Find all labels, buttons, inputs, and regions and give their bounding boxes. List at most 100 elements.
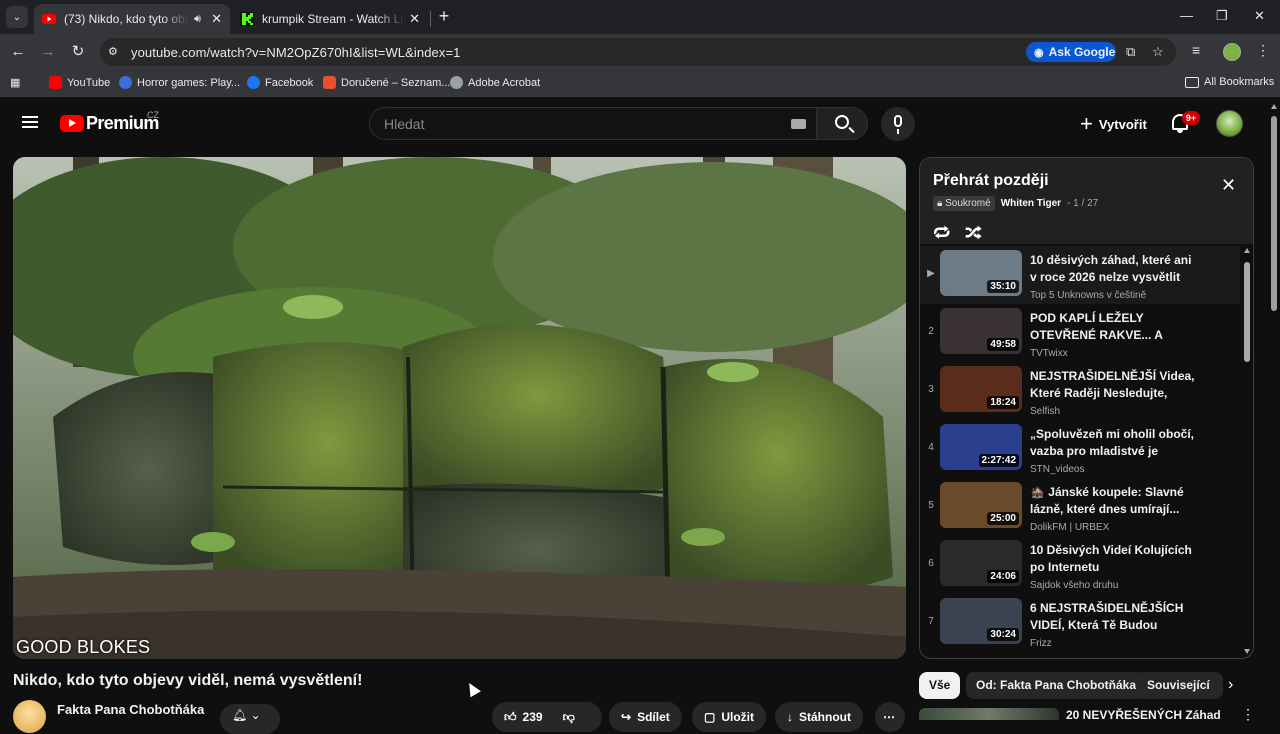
share-label: Sdílet <box>637 710 670 724</box>
playlist-item[interactable]: 7 30:24 6 NEJSTRAŠIDELNĚJŠÍCH VIDEÍ, Kte… <box>920 594 1240 652</box>
audio-playing-icon[interactable]: 🔊︎ <box>194 13 201 26</box>
chevron-right-icon[interactable]: › <box>1228 676 1233 694</box>
new-tab-button[interactable]: + <box>434 7 454 27</box>
chip-from-channel[interactable]: Od: Fakta Pana Chobotňáka <box>966 672 1147 699</box>
playlist-item[interactable]: 5 25:00 🏚️ Jánské koupele: Slavné lázně,… <box>920 478 1240 536</box>
playlist-scrollbar[interactable] <box>1242 244 1252 658</box>
menu-icon[interactable] <box>22 116 38 128</box>
chip-all[interactable]: Vše <box>919 672 961 699</box>
lock-icon: 🔒︎ <box>937 198 943 209</box>
media-controls-icon[interactable]: ≡ <box>1192 42 1200 58</box>
playlist-title[interactable]: Přehrát později <box>933 172 1049 190</box>
scrollbar-thumb[interactable] <box>1244 262 1250 362</box>
account-avatar[interactable] <box>1216 110 1243 137</box>
scroll-up-icon[interactable] <box>1271 104 1277 109</box>
back-icon[interactable]: ← <box>8 42 28 62</box>
playlist-item[interactable]: 2 49:58 POD KAPLÍ LEŽELY OTEVŘENÉ RAKVE.… <box>920 304 1240 362</box>
browser-toolbar: ← → ↻ ⚙︎ youtube.com/watch?v=NM2OpZ670hI… <box>0 34 1280 70</box>
playlist-item-title[interactable]: 10 děsivých záhad, které ani v roce 2026… <box>1030 252 1200 286</box>
video-thumbnail[interactable]: 30:24 <box>940 598 1022 644</box>
more-icon[interactable]: ⋮ <box>1241 706 1255 723</box>
playlist-item-title[interactable]: „Spoluvězeň mi oholil obočí, vazba pro m… <box>1030 426 1200 460</box>
bookmark-youtube[interactable]: YouTube <box>49 76 110 89</box>
search-button[interactable] <box>816 107 868 140</box>
scroll-up-icon[interactable] <box>1244 248 1250 253</box>
minimize-icon[interactable]: — <box>1180 8 1193 23</box>
install-app-icon[interactable]: ⧉ <box>1126 44 1135 60</box>
more-icon: ⋯ <box>883 710 895 724</box>
window-close-icon[interactable]: ✕ <box>1254 8 1265 24</box>
forward-icon[interactable]: → <box>38 42 58 62</box>
playlist-item-channel: Frizz <box>1030 638 1052 649</box>
tab-close-icon[interactable]: ✕ <box>211 11 222 27</box>
video-frame-forest-rocks <box>13 157 906 659</box>
related-video-item[interactable]: 20 NEVYŘEŠENÝCH Záhad ⋮ <box>919 706 1255 723</box>
search-input[interactable]: Hledat <box>369 107 817 140</box>
more-actions-button[interactable]: ⋯ <box>875 702 905 732</box>
bookmark-seznam[interactable]: Doručené – Seznam... <box>323 76 450 89</box>
url-text[interactable]: youtube.com/watch?v=NM2OpZ670hI&list=WL&… <box>131 45 461 60</box>
create-label: Vytvořit <box>1098 116 1147 132</box>
playlist-owner[interactable]: Whiten Tiger <box>1001 198 1061 209</box>
video-thumbnail[interactable]: 49:58 <box>940 308 1022 354</box>
youtube-logo-icon[interactable] <box>60 115 84 132</box>
video-thumbnail[interactable]: 35:10 <box>940 250 1022 296</box>
close-icon[interactable]: ✕ <box>1221 176 1236 194</box>
save-button[interactable]: ▢ Uložit <box>692 702 767 732</box>
restore-icon[interactable]: ❐ <box>1216 8 1228 24</box>
playlist-item-title[interactable]: 10 Děsivých Videí Kolujících po Internet… <box>1030 542 1200 576</box>
playlist-item-channel: DolikFM | URBEX <box>1030 522 1110 533</box>
playlist-item[interactable]: 4 2:27:42 „Spoluvězeň mi oholil obočí, v… <box>920 420 1240 478</box>
voice-search-button[interactable] <box>881 107 915 141</box>
lens-icon: ◉ <box>1034 46 1044 59</box>
video-thumbnail[interactable]: 25:00 <box>940 482 1022 528</box>
video-thumbnail[interactable]: 2:27:42 <box>940 424 1022 470</box>
share-button[interactable]: ↪ Sdílet <box>609 702 682 732</box>
bookmark-star-icon[interactable]: ☆ <box>1152 44 1164 60</box>
browser-menu-icon[interactable]: ⋮ <box>1256 42 1270 59</box>
channel-avatar[interactable] <box>13 700 46 733</box>
page-scrollbar[interactable] <box>1268 98 1280 720</box>
tab-youtube[interactable]: (73) Nikdo, kdo tyto objevy 🔊︎ ✕ <box>34 4 230 34</box>
playlist-item[interactable]: 3 18:24 NEJSTRAŠIDELNĚJŠÍ Videa, Které R… <box>920 362 1240 420</box>
scrollbar-thumb[interactable] <box>1271 116 1277 311</box>
create-button[interactable]: + Vytvořit <box>1074 111 1153 137</box>
playlist-item-title[interactable]: 🏚️ Jánské koupele: Slavné lázně, které d… <box>1030 484 1200 518</box>
channel-name[interactable]: Fakta Pana Chobotňáka <box>57 702 204 717</box>
keyboard-icon[interactable] <box>791 119 806 129</box>
site-info-icon[interactable]: ⚙︎ <box>108 45 118 58</box>
bookmark-facebook[interactable]: Facebook <box>247 76 313 89</box>
like-dislike-button[interactable]: 👍︎ 239 👎︎ <box>492 702 602 732</box>
playlist-item-index: 5 <box>928 500 934 511</box>
chip-related[interactable]: Související <box>1137 672 1223 699</box>
video-thumbnail[interactable]: 24:06 <box>940 540 1022 586</box>
video-thumbnail[interactable] <box>919 708 1059 720</box>
duration-badge: 49:58 <box>987 338 1019 351</box>
bookmark-adobe-acrobat[interactable]: Adobe Acrobat <box>450 76 540 89</box>
related-filter-chips: Vše Od: Fakta Pana Chobotňáka Souvisejíc… <box>919 672 1254 704</box>
video-thumbnail[interactable]: 18:24 <box>940 366 1022 412</box>
bookmark-horror-games[interactable]: Horror games: Play... <box>119 76 240 89</box>
apps-grid-icon[interactable]: ▦ <box>10 76 20 89</box>
playlist-item[interactable]: 6 24:06 10 Děsivých Videí Kolujících po … <box>920 536 1240 594</box>
save-icon: ▢ <box>704 710 716 724</box>
playlist-item-title[interactable]: POD KAPLÍ LEŽELY OTEVŘENÉ RAKVE... A NEB… <box>1030 310 1200 344</box>
tab-search-button[interactable]: ⌄ <box>6 6 28 28</box>
tab-close-icon[interactable]: ✕ <box>409 11 420 27</box>
playlist-item-title[interactable]: NEJSTRAŠIDELNĚJŠÍ Videa, Které Raději Ne… <box>1030 368 1200 402</box>
all-bookmarks[interactable]: All Bookmarks <box>1185 76 1274 88</box>
address-bar[interactable]: ⚙︎ youtube.com/watch?v=NM2OpZ670hI&list=… <box>100 38 1176 66</box>
video-player[interactable]: GOOD BLOKES <box>13 157 906 659</box>
subscription-bell-button[interactable]: 🔔︎ ⌄ <box>220 704 280 734</box>
playlist-item[interactable]: ▶ 35:10 10 děsivých záhad, které ani v r… <box>920 246 1240 304</box>
playlist-item-index: ▶ <box>927 268 935 279</box>
tab-kick-stream[interactable]: krumpik Stream - Watch Live on ✕ <box>232 4 428 34</box>
shuffle-icon[interactable]: 🔀︎ <box>965 219 982 245</box>
download-button[interactable]: ↓ Stáhnout <box>775 702 863 732</box>
reload-icon[interactable]: ↻ <box>68 42 88 62</box>
loop-icon[interactable]: 🔁︎ <box>933 219 950 245</box>
playlist-item-title[interactable]: 6 NEJSTRAŠIDELNĚJŠÍCH VIDEÍ, Která Tě Bu… <box>1030 600 1200 634</box>
browser-profile-avatar[interactable] <box>1223 43 1241 61</box>
scroll-down-icon[interactable] <box>1244 649 1250 654</box>
ask-google-button[interactable]: ◉ Ask Google <box>1026 42 1116 62</box>
